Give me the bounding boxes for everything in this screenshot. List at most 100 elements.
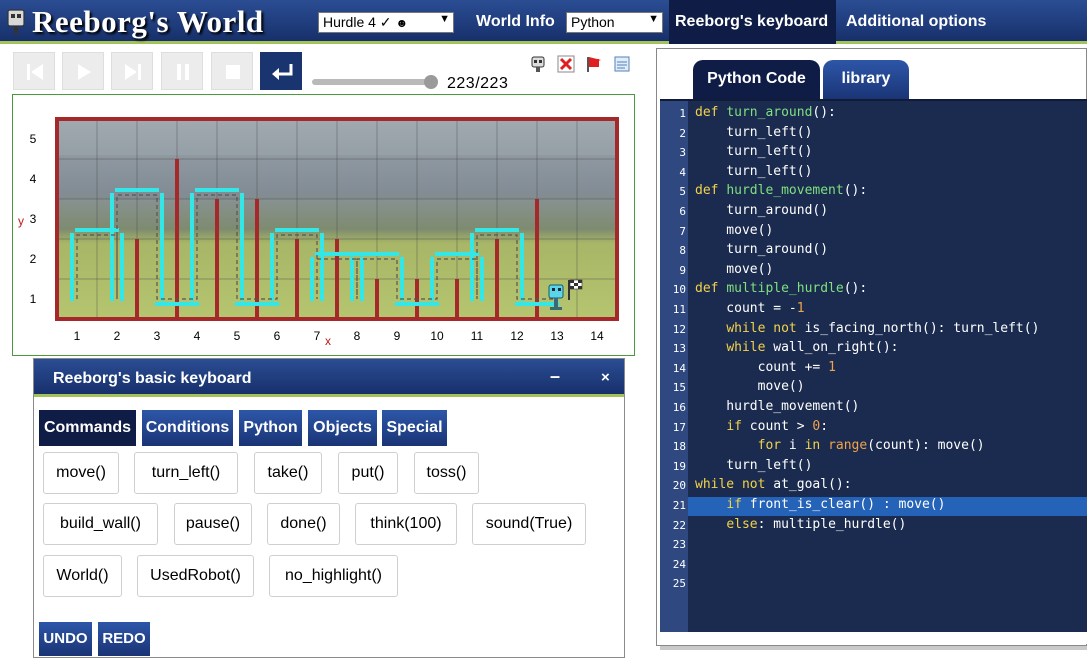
- y-axis-label: 2: [30, 252, 37, 266]
- line-number: 10: [672, 283, 686, 297]
- x-axis-label: 13: [550, 329, 564, 343]
- line-number: 2: [679, 126, 686, 140]
- kb-tab-python[interactable]: Python: [239, 410, 302, 446]
- hurdle-wall: [375, 279, 379, 319]
- code-line[interactable]: while wall_on_right():: [695, 340, 898, 355]
- hurdle-wall: [295, 239, 299, 319]
- code-line[interactable]: count += 1: [695, 360, 836, 375]
- x-axis-label: 4: [194, 329, 201, 343]
- code-line[interactable]: move(): [695, 262, 773, 277]
- kb-button-toss[interactable]: toss(): [414, 452, 479, 494]
- kb-tab-commands[interactable]: Commands: [39, 410, 136, 446]
- flag-icon[interactable]: [585, 55, 603, 73]
- world-select-value: Hurdle 4 ✓: [323, 14, 392, 30]
- notepad-icon[interactable]: [613, 55, 631, 73]
- kb-button-take[interactable]: take(): [254, 452, 322, 494]
- reload-button[interactable]: [13, 52, 55, 90]
- code-line[interactable]: turn_left(): [695, 164, 812, 179]
- line-number: 11: [672, 303, 686, 316]
- clear-highlight-icon[interactable]: [557, 55, 575, 73]
- kb-button-build-wall[interactable]: build_wall(): [43, 503, 158, 545]
- close-icon[interactable]: ×: [601, 369, 610, 386]
- kb-button-turn-left[interactable]: turn_left(): [134, 452, 238, 494]
- line-number: 1: [679, 107, 686, 120]
- code-line[interactable]: turn_left(): [695, 458, 812, 473]
- kb-button-put[interactable]: put(): [338, 452, 398, 494]
- undo-button[interactable]: UNDO: [39, 622, 92, 656]
- stop-icon: [226, 65, 240, 79]
- code-line[interactable]: if front_is_clear() : move(): [695, 497, 945, 512]
- kb-button-used-robot[interactable]: UsedRobot(): [137, 555, 254, 597]
- redo-button[interactable]: REDO: [98, 622, 150, 656]
- code-line[interactable]: move(): [695, 379, 805, 394]
- code-line[interactable]: def multiple_hurdle():: [695, 281, 867, 296]
- minimize-icon[interactable]: –: [550, 366, 560, 387]
- line-number: 8: [679, 244, 686, 258]
- line-number: 15: [672, 381, 686, 395]
- keyboard-panel-title: Reeborg's basic keyboard: [53, 370, 252, 387]
- kb-button-think[interactable]: think(100): [355, 503, 457, 545]
- x-axis-label: 10: [430, 329, 444, 343]
- kb-button-done[interactable]: done(): [267, 503, 340, 545]
- code-line[interactable]: turn_left(): [695, 144, 812, 159]
- tab-python-code[interactable]: Python Code: [693, 60, 820, 100]
- line-number: 22: [672, 518, 686, 532]
- kb-button-no-highlight[interactable]: no_highlight(): [269, 555, 398, 597]
- stop-button[interactable]: [211, 52, 253, 90]
- code-line[interactable]: turn_around(): [695, 242, 828, 257]
- code-line[interactable]: def turn_around():: [695, 105, 836, 120]
- code-line[interactable]: def hurdle_movement():: [695, 183, 867, 198]
- code-line[interactable]: else: multiple_hurdle(): [695, 517, 906, 532]
- x-axis-label: 7: [314, 329, 321, 343]
- app-title: Reeborg's World: [32, 4, 264, 39]
- reeborg-keyboard-button[interactable]: Reeborg's keyboard: [669, 0, 836, 44]
- pause-button[interactable]: [161, 52, 203, 90]
- line-number: 3: [679, 146, 686, 160]
- x-axis-labels: 1 2 3 4 5 6 7 8 9 10 11 12 13 14: [74, 329, 604, 343]
- line-number: 5: [679, 185, 686, 199]
- code-line[interactable]: for i in range(count): move(): [695, 438, 985, 453]
- run-button[interactable]: [62, 52, 104, 90]
- code-line[interactable]: count = -1: [695, 301, 804, 316]
- x-axis-label: 2: [114, 329, 121, 343]
- reeborg-logo-icon: [7, 9, 25, 34]
- language-select-value: Python: [571, 14, 615, 30]
- line-number: 23: [672, 538, 686, 552]
- chevron-down-icon: ▼: [648, 13, 659, 25]
- x-axis-letter: x: [325, 334, 331, 348]
- skip-back-icon: [27, 64, 43, 80]
- hurdle-wall: [175, 159, 179, 319]
- code-line[interactable]: if count > 0:: [695, 419, 828, 434]
- step-forward-icon: [125, 64, 141, 80]
- additional-options-button[interactable]: Additional options: [840, 0, 992, 44]
- kb-button-world[interactable]: World(): [43, 555, 122, 597]
- y-axis-labels: 1 2 3 4 5: [30, 132, 37, 306]
- step-slider[interactable]: [312, 79, 438, 85]
- line-number: 7: [679, 224, 686, 238]
- tab-library[interactable]: library: [823, 60, 909, 100]
- code-line[interactable]: while not at_goal():: [695, 477, 852, 492]
- language-select[interactable]: Python ▼: [566, 12, 663, 33]
- step-button[interactable]: [111, 52, 153, 90]
- kb-button-pause[interactable]: pause(): [174, 503, 252, 545]
- line-number: 18: [672, 440, 686, 454]
- kb-tab-special[interactable]: Special: [382, 410, 447, 446]
- kb-tab-objects[interactable]: Objects: [308, 410, 377, 446]
- code-line[interactable]: while not is_facing_north(): turn_left(): [695, 321, 1039, 336]
- code-line[interactable]: hurdle_movement(): [695, 399, 859, 414]
- hurdle-wall: [495, 239, 499, 319]
- kb-button-sound[interactable]: sound(True): [472, 503, 586, 545]
- step-slider-thumb[interactable]: [424, 75, 438, 89]
- world-info-button[interactable]: World Info: [470, 0, 561, 44]
- robot-icon[interactable]: [529, 55, 547, 73]
- kb-button-move[interactable]: move(): [43, 452, 119, 494]
- code-line[interactable]: move(): [695, 223, 773, 238]
- code-line[interactable]: turn_left(): [695, 125, 812, 140]
- world-select[interactable]: Hurdle 4 ✓ ☻ ▼: [318, 12, 454, 33]
- y-axis-label: 3: [30, 212, 37, 226]
- kb-tab-conditions[interactable]: Conditions: [142, 410, 233, 446]
- line-number: 21: [672, 499, 686, 512]
- return-button[interactable]: [260, 52, 302, 90]
- y-axis-label: 1: [30, 292, 37, 306]
- code-line[interactable]: turn_around(): [695, 203, 828, 218]
